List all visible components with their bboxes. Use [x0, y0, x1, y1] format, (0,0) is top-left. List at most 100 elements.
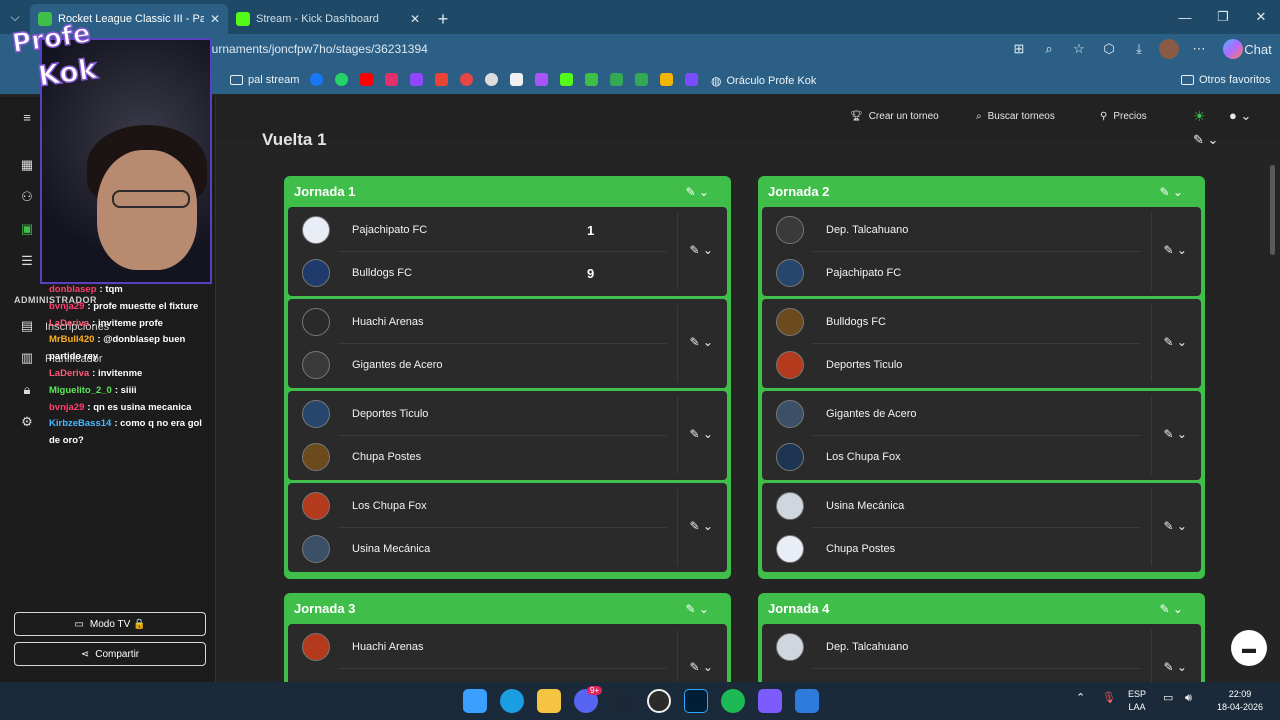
theme-toggle-icon[interactable]: ☀ — [1193, 108, 1206, 125]
sheets-icon[interactable] — [610, 73, 623, 86]
menu-collapse-icon[interactable]: ≡ — [20, 110, 34, 125]
profile-avatar[interactable] — [1159, 39, 1179, 59]
match-edit-icon[interactable]: ✎ ⌄ — [1164, 243, 1187, 257]
match-row[interactable]: Bulldogs FC Deportes Ticulo ✎ ⌄ — [762, 299, 1201, 388]
team-home: Usina Mecánica — [776, 491, 1151, 521]
gift-icon[interactable] — [660, 73, 673, 86]
jornada-title: Jornada 4 — [768, 601, 830, 616]
match-row[interactable]: Gigantes de Acero Los Chupa Fox ✎ ⌄ — [762, 391, 1201, 480]
app-icon[interactable] — [758, 689, 782, 713]
inscriptions-icon[interactable]: ▤ — [20, 318, 34, 333]
youtube-icon[interactable] — [360, 73, 373, 86]
match-edit-icon[interactable]: ✎ ⌄ — [690, 427, 713, 441]
participants-icon[interactable]: ⚇ — [20, 189, 34, 204]
dashboard-icon[interactable]: ▦ — [20, 157, 34, 172]
photoshop-icon[interactable] — [684, 689, 708, 713]
calendar-icon[interactable]: ▥ — [20, 350, 34, 365]
bookmark-otros-favoritos[interactable]: Otros favoritos — [1181, 74, 1271, 86]
match-edit-icon[interactable]: ✎ ⌄ — [690, 335, 713, 349]
clock[interactable]: 22:09 18-04-2026 — [1212, 688, 1268, 714]
edge-icon[interactable] — [500, 689, 524, 713]
create-tournament-link[interactable]: 🏆︎ Crear un torneo — [850, 111, 939, 122]
user-menu-icon[interactable]: ● ⌄ — [1229, 108, 1251, 124]
close-tab-icon[interactable]: ✕ — [410, 12, 420, 26]
team-name: Deportes Ticulo — [826, 359, 903, 371]
round-edit-icon[interactable]: ✎ ⌄ — [1193, 132, 1218, 148]
support-chat-button[interactable]: ▬ — [1231, 630, 1267, 666]
match-edit-icon[interactable]: ✎ ⌄ — [690, 243, 713, 257]
figma-icon[interactable] — [535, 73, 548, 86]
bookmark-oraculo[interactable]: ◍ Oráculo Profe Kok — [711, 74, 816, 88]
match-edit-icon[interactable]: ✎ ⌄ — [1164, 660, 1187, 674]
favorite-star-icon[interactable]: ☆ — [1069, 39, 1089, 59]
close-tab-icon[interactable]: ✕ — [210, 12, 220, 26]
match-row[interactable]: Dep. Talcahuano Pajachipato FC ✎ ⌄ — [762, 207, 1201, 296]
maximize-icon[interactable]: ❐ — [1204, 0, 1242, 34]
match-row[interactable]: Pajachipato FC 1 Bulldogs FC 9 ✎ ⌄ — [288, 207, 727, 296]
close-window-icon[interactable]: ✕ — [1242, 0, 1280, 34]
docs-icon[interactable] — [510, 73, 523, 86]
zoom-icon[interactable]: ⌕ — [1039, 39, 1059, 59]
minimize-icon[interactable]: — — [1166, 0, 1204, 34]
tv-mode-button[interactable]: ▭ Modo TV 🔒 — [14, 612, 206, 636]
openai-icon[interactable] — [485, 73, 498, 86]
whatsapp-icon[interactable] — [335, 73, 348, 86]
team-crest-icon — [776, 443, 804, 471]
gmail-icon[interactable] — [435, 73, 448, 86]
jornada-edit-icon[interactable]: ✎ ⌄ — [686, 602, 709, 616]
matches-icon[interactable]: ▣ — [20, 221, 34, 236]
jornada-edit-icon[interactable]: ✎ ⌄ — [686, 185, 709, 199]
apps-icon[interactable]: ⊞ — [1009, 39, 1029, 59]
copilot-chat-button[interactable]: Chat — [1219, 39, 1272, 59]
match-edit-icon[interactable]: ✎ ⌄ — [690, 660, 713, 674]
spotify-icon[interactable] — [721, 689, 745, 713]
lock-icon[interactable]: 🔒︎ — [20, 382, 34, 397]
match-edit-icon[interactable]: ✎ ⌄ — [1164, 427, 1187, 441]
search-tournaments-link[interactable]: ⌕ Buscar torneos — [976, 111, 1055, 122]
rocket-league-icon[interactable] — [795, 689, 819, 713]
trophy-icon[interactable] — [585, 73, 598, 86]
copilot-icon — [1223, 39, 1243, 59]
streamelements-icon[interactable] — [460, 73, 473, 86]
match-row[interactable]: Usina Mecánica Chupa Postes ✎ ⌄ — [762, 483, 1201, 572]
tray-overflow-icon[interactable]: ⌃ — [1076, 692, 1085, 705]
tab-kick-dashboard[interactable]: Stream - Kick Dashboard ✕ — [228, 4, 428, 34]
bookmark-folder-pal-stream[interactable]: pal stream — [230, 74, 299, 86]
twitch-icon[interactable] — [410, 73, 423, 86]
microphone-icon[interactable]: 🎙︎ — [1102, 692, 1116, 705]
share-button[interactable]: ⋖ Compartir — [14, 642, 206, 666]
match-edit-icon[interactable]: ✎ ⌄ — [1164, 335, 1187, 349]
page-scrollbar[interactable] — [1270, 165, 1275, 255]
match-row[interactable]: Deportes Ticulo Chupa Postes ✎ ⌄ — [288, 391, 727, 480]
file-explorer-icon[interactable] — [537, 689, 561, 713]
match-row[interactable]: Huachi Arenas Gigantes de Acero ✎ ⌄ — [288, 299, 727, 388]
jornada-title: Jornada 3 — [294, 601, 356, 616]
windows-start-icon[interactable] — [463, 689, 487, 713]
new-tab-icon[interactable]: + — [428, 4, 458, 34]
downloads-icon[interactable]: ⤓ — [1129, 39, 1149, 59]
network-icon[interactable]: ▭ — [1163, 692, 1173, 705]
jornada-edit-icon[interactable]: ✎ ⌄ — [1160, 602, 1183, 616]
match-edit-icon[interactable]: ✎ ⌄ — [1164, 519, 1187, 533]
jornada-edit-icon[interactable]: ✎ ⌄ — [1160, 185, 1183, 199]
instagram-icon[interactable] — [385, 73, 398, 86]
match-edit-icon[interactable]: ✎ ⌄ — [690, 519, 713, 533]
obs-icon[interactable] — [647, 689, 671, 713]
settings-gear-icon[interactable]: ⚙ — [20, 414, 34, 429]
facebook-icon[interactable] — [310, 73, 323, 86]
more-icon[interactable]: ⋯ — [1189, 39, 1209, 59]
url-field[interactable]: ournaments/joncfpw7ho/stages/36231394 — [205, 42, 428, 56]
sheets-icon-2[interactable] — [635, 73, 648, 86]
list-icon[interactable]: ☰ — [20, 253, 34, 268]
steam-icon[interactable] — [610, 689, 634, 713]
match-row[interactable]: Los Chupa Fox Usina Mecánica ✎ ⌄ — [288, 483, 727, 572]
volume-icon[interactable]: 🔊︎ — [1185, 692, 1192, 705]
team-crest-icon — [302, 259, 330, 287]
language-indicator[interactable]: ESP LAA — [1128, 688, 1146, 714]
trophy-icon: 🏆︎ — [850, 111, 863, 122]
prices-link[interactable]: ⚲ Precios — [1100, 111, 1147, 122]
list-icon[interactable] — [685, 73, 698, 86]
extensions-icon[interactable]: ⬡ — [1099, 39, 1119, 59]
kick-icon[interactable] — [560, 73, 573, 86]
chat-message: Miguelito_2_0: siiii — [49, 384, 137, 396]
